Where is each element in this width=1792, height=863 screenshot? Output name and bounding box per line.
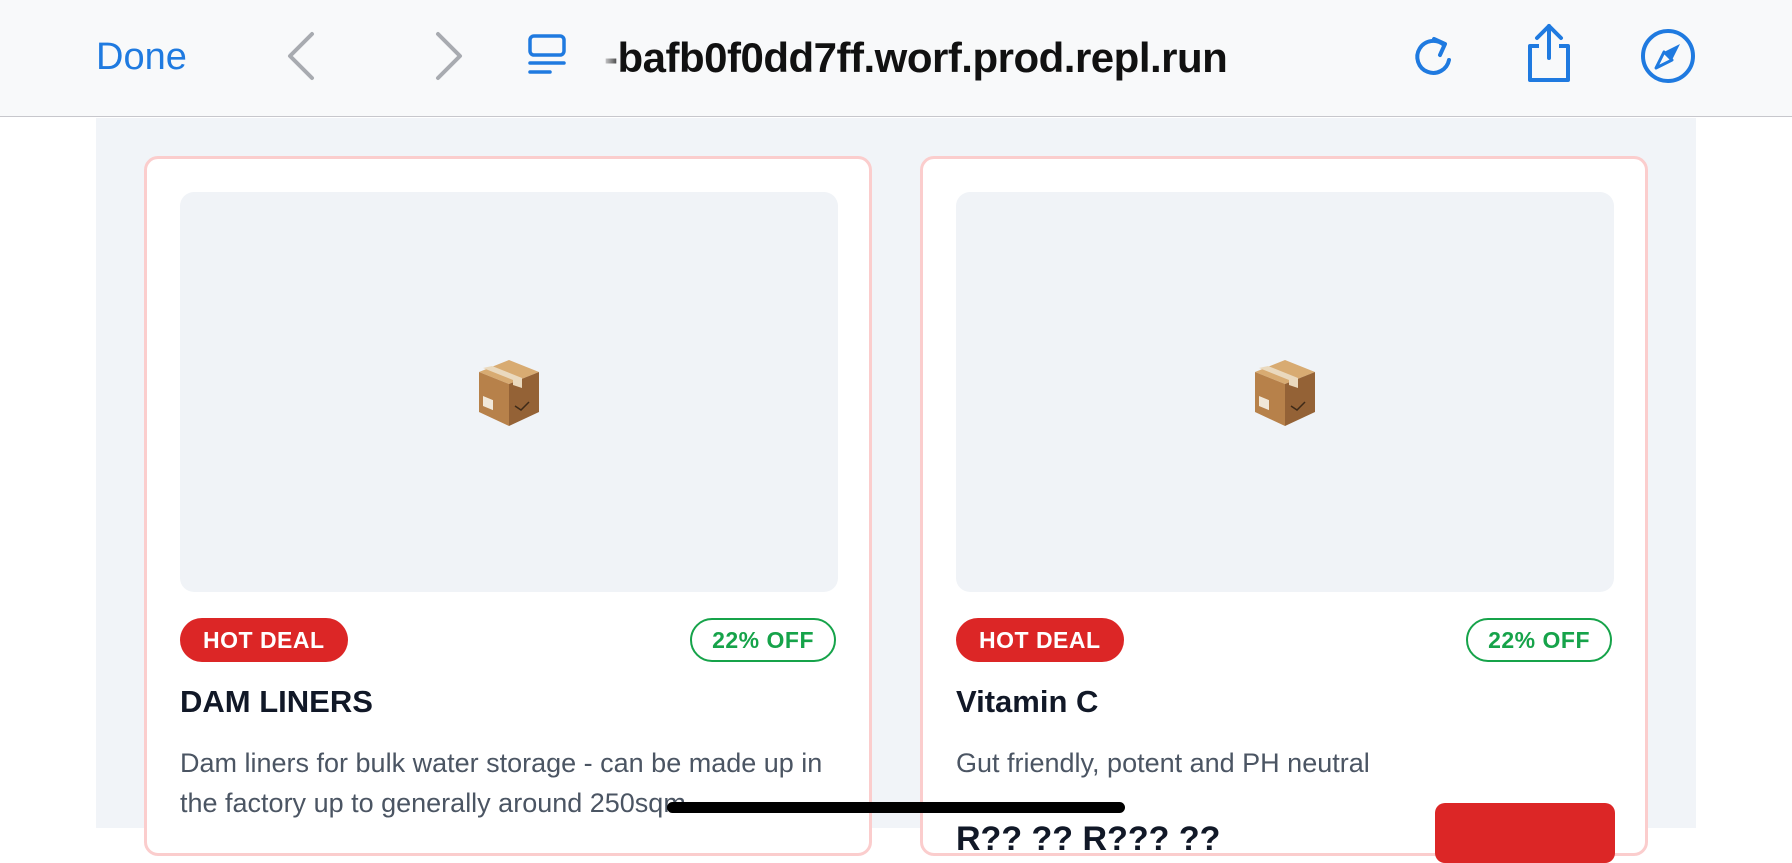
reload-button[interactable] bbox=[1404, 27, 1462, 87]
product-card[interactable]: HOT DEAL 22% OFF DAM LINERS Dam liners f… bbox=[144, 156, 872, 856]
product-name[interactable]: Vitamin C bbox=[956, 681, 1098, 723]
product-name[interactable]: DAM LINERS bbox=[180, 681, 373, 723]
discount-badge: 22% OFF bbox=[1466, 618, 1612, 662]
back-button[interactable] bbox=[272, 24, 332, 88]
chevron-left-icon bbox=[288, 32, 314, 80]
browser-toolbar: Done -bafb0f0dd7ff.worf.prod.repl.run bbox=[0, 0, 1792, 117]
discount-badge: 22% OFF bbox=[690, 618, 836, 662]
share-icon bbox=[1528, 24, 1570, 82]
package-box-icon bbox=[479, 360, 539, 426]
package-box-icon bbox=[1255, 360, 1315, 426]
hot-deal-badge: HOT DEAL bbox=[956, 618, 1124, 662]
chevron-right-icon bbox=[436, 32, 462, 80]
product-price: R?? ?? R??? ?? bbox=[956, 820, 1221, 858]
compass-button[interactable] bbox=[1636, 24, 1700, 88]
product-image bbox=[180, 192, 838, 592]
reload-icon bbox=[1415, 37, 1451, 75]
reader-view-icon bbox=[528, 34, 566, 74]
product-image bbox=[956, 192, 1614, 592]
done-button[interactable]: Done bbox=[96, 31, 187, 83]
hot-deal-badge: HOT DEAL bbox=[180, 618, 348, 662]
reader-view-button[interactable] bbox=[522, 30, 576, 84]
product-description: Gut friendly, potent and PH neutral bbox=[956, 748, 1370, 778]
home-indicator bbox=[667, 802, 1125, 813]
compass-icon bbox=[1641, 29, 1695, 83]
forward-button[interactable] bbox=[418, 24, 478, 88]
add-to-cart-button[interactable] bbox=[1435, 803, 1615, 863]
url-address[interactable]: -bafb0f0dd7ff.worf.prod.repl.run bbox=[604, 30, 1364, 86]
product-card[interactable]: HOT DEAL 22% OFF Vitamin C Gut friendly,… bbox=[920, 156, 1648, 863]
share-button[interactable] bbox=[1518, 18, 1580, 88]
